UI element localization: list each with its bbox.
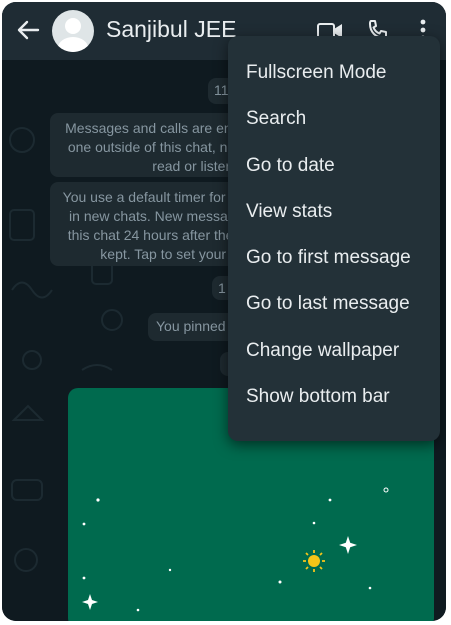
menu-item-fullscreen-mode[interactable]: Fullscreen Mode [228,50,440,96]
avatar[interactable] [52,10,94,52]
menu-item-search[interactable]: Search [228,96,440,142]
menu-item-go-to-date[interactable]: Go to date [228,143,440,189]
overflow-menu: Fullscreen Mode Search Go to date View s… [228,36,440,441]
menu-item-go-to-last-message[interactable]: Go to last message [228,281,440,327]
back-arrow-icon[interactable] [14,16,42,44]
contact-name[interactable]: Sanjibul JEE [106,16,236,43]
menu-item-go-to-first-message[interactable]: Go to first message [228,235,440,281]
menu-item-change-wallpaper[interactable]: Change wallpaper [228,328,440,374]
phone-screen: Sanjibul JEE 11 Messages and calls are e… [2,2,446,621]
sun-icon [303,550,325,572]
menu-item-show-bottom-bar[interactable]: Show bottom bar [228,374,440,420]
avatar-placeholder-icon [58,18,88,52]
menu-item-view-stats[interactable]: View stats [228,189,440,235]
